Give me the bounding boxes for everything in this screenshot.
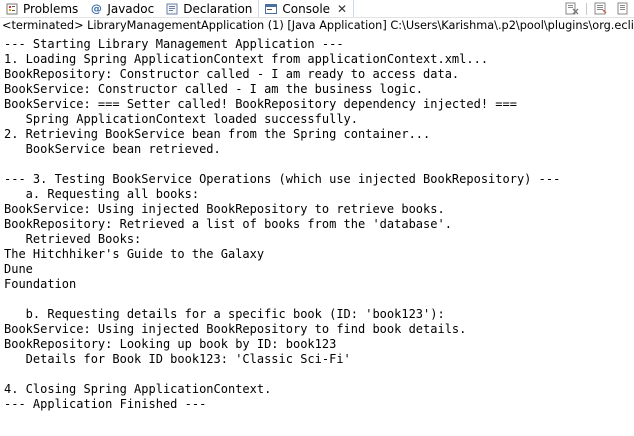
tab-javadoc[interactable]: @ Javadoc bbox=[84, 0, 160, 17]
console-line: BookRepository: Constructor called - I a… bbox=[4, 67, 460, 81]
console-line: b. Requesting details for a specific boo… bbox=[4, 307, 445, 321]
launch-status-line: <terminated> LibraryManagementApplicatio… bbox=[2, 19, 634, 32]
console-line: --- Application Finished --- bbox=[4, 397, 207, 411]
tab-label: Javadoc bbox=[107, 1, 155, 16]
console-line: 2. Retrieving BookService bean from the … bbox=[4, 127, 431, 141]
console-icon bbox=[265, 3, 278, 15]
console-line: 4. Closing Spring ApplicationContext. bbox=[4, 382, 272, 396]
console-line: 1. Loading Spring ApplicationContext fro… bbox=[4, 52, 489, 66]
tab-declaration[interactable]: Declaration bbox=[160, 0, 258, 17]
tab-label: Declaration bbox=[183, 1, 253, 16]
declaration-icon bbox=[166, 3, 178, 15]
tab-label: Problems bbox=[23, 1, 79, 16]
scroll-lock-icon[interactable] bbox=[615, 2, 631, 16]
close-icon[interactable]: ✕ bbox=[337, 2, 347, 16]
console-line: BookService: Using injected BookReposito… bbox=[4, 202, 445, 216]
console-line: The Hitchhiker's Guide to the Galaxy bbox=[4, 247, 265, 261]
console-line: BookService: Using injected BookReposito… bbox=[4, 322, 467, 336]
remove-launch-icon[interactable] bbox=[564, 2, 580, 16]
console-line: Spring ApplicationContext loaded success… bbox=[4, 112, 359, 126]
console-line: BookService: === Setter called! BookRepo… bbox=[4, 97, 517, 111]
console-toolbar bbox=[561, 0, 634, 17]
tab-problems[interactable]: Problems bbox=[0, 0, 84, 17]
problems-icon bbox=[6, 3, 18, 15]
console-line: BookRepository: Looking up book by ID: b… bbox=[4, 337, 337, 351]
console-output[interactable]: --- Starting Library Management Applicat… bbox=[0, 37, 634, 436]
console-line: a. Requesting all books: bbox=[4, 187, 200, 201]
toolbar-divider bbox=[586, 2, 587, 15]
console-line: Dune bbox=[4, 262, 33, 276]
clear-console-icon[interactable] bbox=[593, 2, 609, 16]
tab-console[interactable]: Console ✕ bbox=[258, 0, 355, 17]
javadoc-icon: @ bbox=[90, 2, 102, 15]
console-line: Retrieved Books: bbox=[4, 232, 142, 246]
console-line: Details for Book ID book123: 'Classic Sc… bbox=[4, 352, 351, 366]
console-line: --- 3. Testing BookService Operations (w… bbox=[4, 172, 561, 186]
console-line: BookService bean retrieved. bbox=[4, 142, 221, 156]
console-line: Foundation bbox=[4, 277, 77, 291]
tab-label: Console bbox=[282, 1, 331, 16]
view-tab-bar: Problems @ Javadoc Declaration Console ✕ bbox=[0, 0, 634, 18]
console-line: BookService: Constructor called - I am t… bbox=[4, 82, 424, 96]
console-line: BookRepository: Retrieved a list of book… bbox=[4, 217, 452, 231]
console-line: --- Starting Library Management Applicat… bbox=[4, 37, 344, 51]
